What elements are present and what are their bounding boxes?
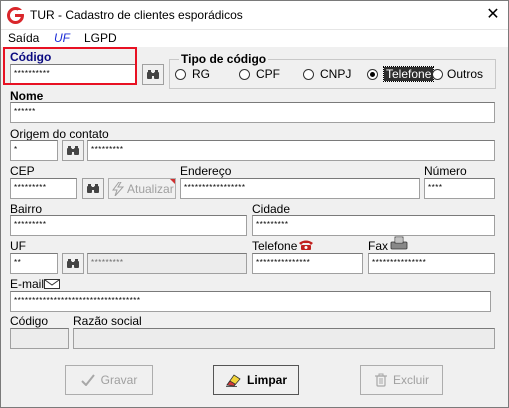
numero-input[interactable]: **** <box>424 178 495 199</box>
telefone-input[interactable]: *************** <box>252 253 363 274</box>
telefone-label: Telefone <box>252 239 298 253</box>
binoculars-icon <box>147 70 159 79</box>
radio-cnpj-dot[interactable] <box>303 68 314 80</box>
limpar-button[interactable]: Limpar <box>213 365 299 395</box>
cep-input[interactable]: ********* <box>10 178 77 199</box>
razao-social-label: Razão social <box>73 314 142 328</box>
window-title: TUR - Cadastro de clientes esporádicos <box>30 8 243 22</box>
lightning-icon <box>112 181 124 196</box>
radio-rg-dot[interactable] <box>175 68 186 80</box>
cep-label: CEP <box>10 164 35 178</box>
fax-icon <box>390 236 408 250</box>
origem-code-input[interactable]: * <box>10 140 58 161</box>
cep-search-button[interactable] <box>82 178 104 199</box>
uf-label: UF <box>10 239 26 253</box>
gravar-label: Gravar <box>100 373 138 387</box>
menu-bar: Saída UF LGPD <box>1 30 508 47</box>
origem-desc-input[interactable]: ********* <box>87 140 495 161</box>
codigo-empresa-label: Código <box>10 314 49 328</box>
radio-outros-dot[interactable] <box>432 68 443 80</box>
radio-cpf-label: CPF <box>256 67 280 81</box>
envelope-icon <box>44 279 60 289</box>
radio-telefone[interactable]: Telefone <box>367 66 435 82</box>
codigo-search-button[interactable] <box>142 64 164 85</box>
radio-rg-label: RG <box>192 67 210 81</box>
numero-label: Número <box>424 164 467 178</box>
radio-cpf-dot[interactable] <box>239 68 250 80</box>
radio-telefone-dot[interactable] <box>367 68 378 80</box>
menu-lgpd[interactable]: LGPD <box>84 31 117 45</box>
excluir-label: Excluir <box>392 373 429 387</box>
binoculars-icon <box>67 259 79 268</box>
endereco-label: Endereço <box>180 164 232 178</box>
radio-telefone-label: Telefone <box>382 66 435 82</box>
cidade-label: Cidade <box>252 202 291 216</box>
highlight-box <box>3 47 137 85</box>
nome-input[interactable]: ****** <box>10 102 495 123</box>
main-window: TUR - Cadastro de clientes esporádicos ✕… <box>0 0 509 408</box>
binoculars-icon <box>87 184 99 193</box>
radio-cpf[interactable]: CPF <box>239 67 280 81</box>
flag-marker <box>170 179 175 184</box>
radio-cnpj[interactable]: CNPJ <box>303 67 351 81</box>
tipo-codigo-title: Tipo de código <box>179 52 269 66</box>
eraser-icon <box>225 374 241 387</box>
close-button[interactable]: ✕ <box>478 1 508 30</box>
radio-outros[interactable]: Outros <box>432 67 483 81</box>
uf-code-input[interactable]: ** <box>10 253 58 274</box>
codigo-empresa-input <box>10 328 69 349</box>
bairro-label: Bairro <box>10 202 43 216</box>
uf-desc-input: ********* <box>87 253 247 274</box>
razao-social-input <box>73 328 495 349</box>
trash-icon <box>374 373 387 387</box>
uf-search-button[interactable] <box>62 253 84 274</box>
atualizar-label: Atualizar <box>127 181 174 196</box>
endereco-input[interactable]: ***************** <box>180 178 420 199</box>
menu-uf[interactable]: UF <box>54 31 70 45</box>
radio-cnpj-label: CNPJ <box>320 67 352 81</box>
origem-search-button[interactable] <box>62 140 84 161</box>
gravar-button[interactable]: Gravar <box>65 365 153 395</box>
nome-label: Nome <box>10 89 44 103</box>
email-label: E-mail <box>10 277 45 291</box>
bairro-input[interactable]: ********* <box>10 215 247 236</box>
fax-label: Fax <box>368 239 389 253</box>
radio-rg[interactable]: RG <box>175 67 210 81</box>
limpar-label: Limpar <box>246 373 287 387</box>
app-logo-icon <box>7 7 24 24</box>
menu-saida[interactable]: Saída <box>8 31 39 45</box>
binoculars-icon <box>67 146 79 155</box>
telephone-icon <box>299 240 313 250</box>
check-icon <box>80 374 95 386</box>
title-bar: TUR - Cadastro de clientes esporádicos ✕ <box>1 1 508 30</box>
atualizar-button[interactable]: Atualizar <box>108 178 176 199</box>
origem-label: Origem do contato <box>10 127 109 141</box>
excluir-button[interactable]: Excluir <box>360 365 443 395</box>
fax-input[interactable]: *************** <box>368 253 495 274</box>
cidade-input[interactable]: ********* <box>252 215 495 236</box>
radio-outros-label: Outros <box>447 67 484 81</box>
email-input[interactable]: *********************************** <box>10 291 491 312</box>
